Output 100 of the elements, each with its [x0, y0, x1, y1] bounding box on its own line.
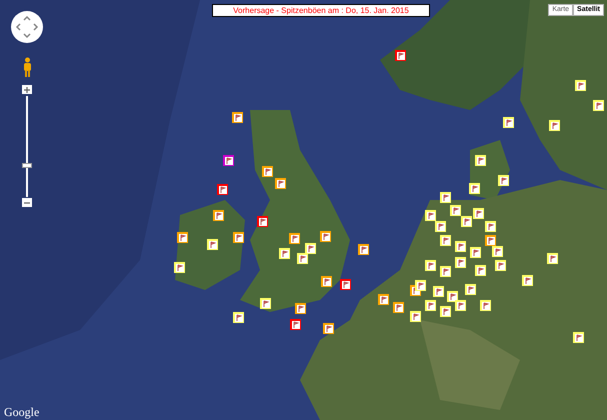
wind-marker[interactable] — [593, 100, 604, 111]
wind-marker[interactable] — [485, 235, 496, 246]
wind-marker[interactable] — [262, 166, 273, 177]
wind-marker[interactable] — [425, 300, 436, 311]
wind-marker[interactable] — [378, 294, 389, 305]
flag-icon — [442, 268, 450, 276]
flag-icon — [342, 280, 350, 288]
wind-marker[interactable] — [450, 205, 461, 216]
wind-marker[interactable] — [435, 221, 446, 232]
wind-marker[interactable] — [547, 253, 558, 264]
wind-marker[interactable] — [485, 221, 496, 232]
wind-marker[interactable] — [295, 303, 306, 314]
flag-icon — [176, 264, 184, 272]
wind-marker[interactable] — [395, 50, 406, 61]
zoom-in-button[interactable] — [22, 85, 32, 94]
wind-marker[interactable] — [279, 248, 290, 259]
flag-icon — [280, 250, 288, 258]
flag-icon — [456, 258, 464, 266]
plus-icon — [24, 86, 30, 92]
flag-icon — [472, 248, 480, 256]
wind-marker[interactable] — [575, 80, 586, 91]
wind-marker[interactable] — [297, 253, 308, 264]
flag-icon — [290, 234, 298, 242]
wind-marker[interactable] — [425, 210, 436, 221]
wind-marker[interactable] — [440, 306, 451, 317]
zoom-slider-thumb[interactable] — [22, 162, 32, 168]
wind-marker[interactable] — [447, 291, 458, 302]
flag-icon — [452, 206, 460, 214]
flag-icon — [442, 236, 450, 244]
wind-marker[interactable] — [177, 232, 188, 243]
wind-marker[interactable] — [223, 155, 234, 166]
wind-marker[interactable] — [455, 300, 466, 311]
wind-marker[interactable] — [455, 241, 466, 252]
flag-icon — [234, 314, 242, 322]
flag-icon — [504, 118, 512, 126]
wind-marker[interactable] — [522, 275, 533, 286]
wind-marker[interactable] — [323, 323, 334, 334]
wind-marker[interactable] — [217, 184, 228, 195]
pegman-icon[interactable] — [23, 57, 32, 77]
wind-marker[interactable] — [321, 276, 332, 287]
flag-icon — [234, 114, 242, 122]
wind-marker[interactable] — [461, 216, 472, 227]
wind-marker[interactable] — [410, 311, 421, 322]
flag-icon — [396, 52, 404, 60]
wind-marker[interactable] — [340, 279, 351, 290]
flag-icon — [178, 234, 186, 242]
flag-icon — [234, 234, 242, 242]
flag-icon — [442, 308, 450, 316]
flag-icon — [482, 302, 490, 310]
flag-icon — [214, 212, 222, 220]
flag-icon — [470, 184, 478, 192]
flag-icon — [494, 248, 502, 256]
wind-marker[interactable] — [475, 155, 486, 166]
flag-icon — [548, 254, 556, 262]
flag-icon — [434, 288, 442, 296]
wind-marker[interactable] — [232, 112, 243, 123]
pan-arrows-icon — [15, 15, 39, 39]
wind-marker[interactable] — [213, 210, 224, 221]
wind-marker[interactable] — [470, 247, 481, 258]
flag-icon — [436, 222, 444, 230]
flag-icon — [476, 266, 484, 274]
wind-marker[interactable] — [503, 117, 514, 128]
wind-marker[interactable] — [358, 244, 369, 255]
flag-icon — [224, 156, 232, 164]
wind-marker[interactable] — [289, 233, 300, 244]
wind-marker[interactable] — [549, 120, 560, 131]
wind-marker[interactable] — [290, 319, 301, 330]
google-logo[interactable]: Google — [4, 405, 40, 419]
wind-marker[interactable] — [425, 260, 436, 271]
flag-icon — [322, 278, 330, 286]
wind-marker[interactable] — [257, 216, 268, 227]
wind-marker[interactable] — [207, 239, 218, 250]
wind-marker[interactable] — [275, 178, 286, 189]
wind-marker[interactable] — [469, 183, 480, 194]
wind-marker[interactable] — [174, 262, 185, 273]
flag-icon — [262, 300, 270, 308]
wind-marker[interactable] — [473, 208, 484, 219]
wind-marker[interactable] — [233, 232, 244, 243]
wind-marker[interactable] — [393, 302, 404, 313]
wind-marker[interactable] — [305, 243, 316, 254]
wind-marker[interactable] — [465, 284, 476, 295]
wind-marker[interactable] — [455, 257, 466, 268]
wind-marker[interactable] — [320, 231, 331, 242]
wind-marker[interactable] — [498, 175, 509, 186]
wind-marker[interactable] — [440, 192, 451, 203]
wind-marker[interactable] — [433, 286, 444, 297]
wind-marker[interactable] — [573, 332, 584, 343]
wind-marker[interactable] — [495, 260, 506, 271]
wind-marker[interactable] — [480, 300, 491, 311]
flag-icon — [218, 186, 226, 194]
wind-marker[interactable] — [260, 298, 271, 309]
wind-marker[interactable] — [440, 235, 451, 246]
wind-marker[interactable] — [233, 312, 244, 323]
wind-marker[interactable] — [475, 265, 486, 276]
wind-marker[interactable] — [440, 266, 451, 277]
wind-marker[interactable] — [492, 246, 503, 257]
flag-icon — [594, 102, 602, 110]
zoom-out-button[interactable] — [22, 198, 32, 207]
wind-marker[interactable] — [415, 280, 426, 291]
flag-icon — [442, 194, 450, 202]
